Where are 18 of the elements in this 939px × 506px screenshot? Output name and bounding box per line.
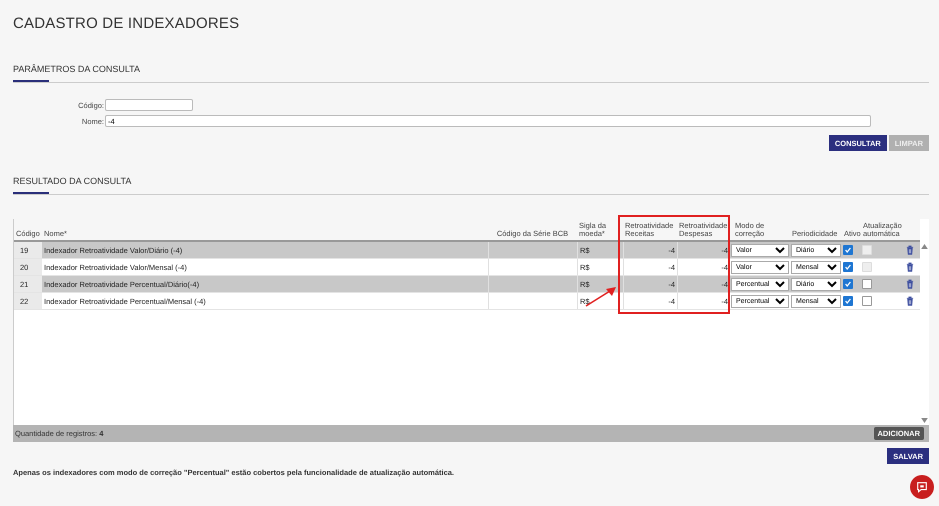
section-title: RESULTADO DA CONSULTA bbox=[13, 175, 132, 187]
chat-button[interactable] bbox=[910, 475, 934, 499]
trash-icon[interactable] bbox=[906, 262, 914, 272]
trash-icon[interactable] bbox=[906, 279, 914, 289]
chat-icon bbox=[916, 481, 928, 493]
scroll-up-icon[interactable] bbox=[921, 244, 928, 249]
active-checkbox[interactable] bbox=[843, 296, 853, 306]
active-checkbox[interactable] bbox=[843, 262, 853, 272]
active-checkbox[interactable] bbox=[843, 279, 853, 289]
page-title: CADASTRO DE INDEXADORES bbox=[13, 14, 240, 34]
auto-update-checkbox[interactable] bbox=[862, 279, 872, 289]
text-input-field[interactable] bbox=[105, 99, 193, 111]
trash-icon[interactable] bbox=[906, 296, 914, 306]
auto-update-checkbox[interactable] bbox=[862, 296, 872, 306]
trash-icon[interactable] bbox=[906, 245, 914, 255]
scroll-down-icon[interactable] bbox=[921, 418, 928, 423]
active-checkbox[interactable] bbox=[843, 245, 853, 255]
section-title: PARÂMETROS DA CONSULTA bbox=[13, 63, 140, 75]
